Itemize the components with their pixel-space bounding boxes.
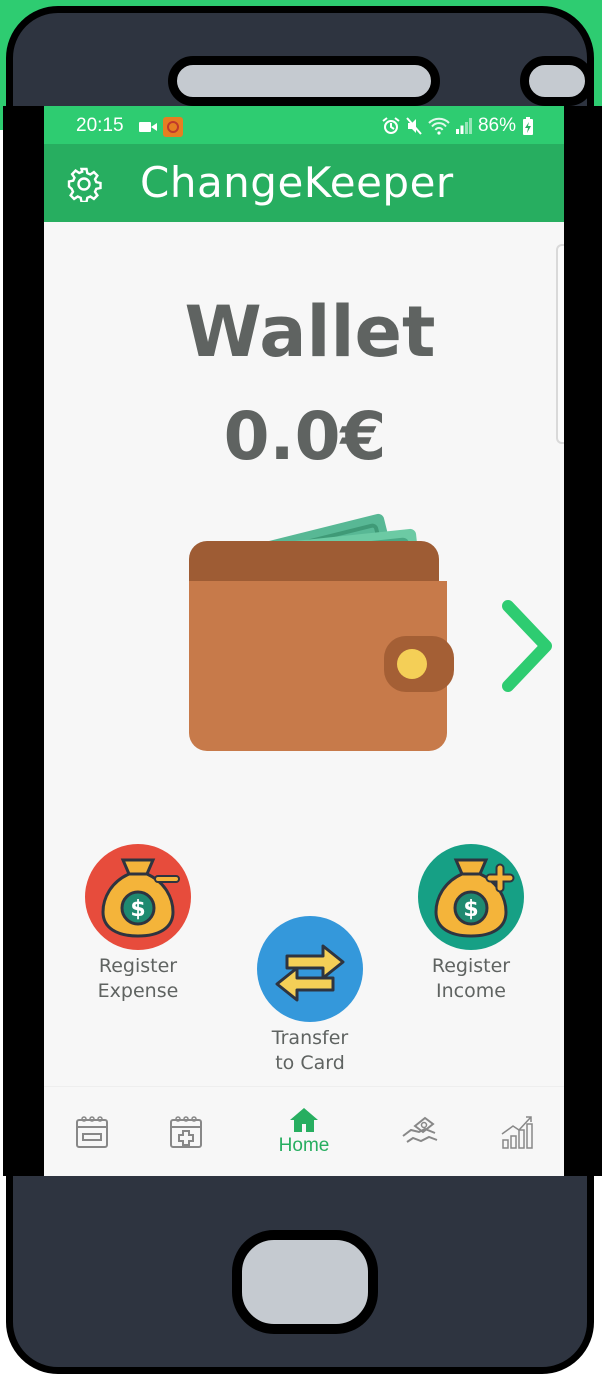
transfer-label-line2: to Card: [275, 1052, 345, 1074]
nav-item-statistics[interactable]: [497, 1087, 537, 1176]
nav-home-label: Home: [278, 1135, 330, 1156]
chart-growth-icon: [501, 1116, 533, 1149]
chevron-right-icon[interactable]: [496, 598, 556, 694]
money-bag-minus-icon: $: [101, 858, 180, 938]
calendar-minus-icon: [76, 1116, 108, 1148]
nav-item-incomes[interactable]: [166, 1087, 206, 1176]
app-bar: ChangeKeeper: [44, 144, 564, 222]
transfer-label-line1: Transfer: [271, 1027, 349, 1049]
expense-label-line2: Expense: [97, 980, 179, 1002]
video-icon: [139, 122, 157, 132]
expense-circle: $: [85, 844, 191, 950]
status-right-icons: 86%: [382, 115, 534, 137]
transfer-to-card-button[interactable]: Transfer to Card: [239, 916, 381, 1076]
phone-camera: [520, 56, 594, 106]
transfer-circle: [257, 916, 363, 1022]
register-income-button[interactable]: $ Register Income: [409, 844, 533, 1004]
alarm-icon: [382, 117, 400, 134]
register-expense-button[interactable]: $ Register Expense: [79, 844, 197, 1004]
app-title: ChangeKeeper: [140, 158, 454, 207]
wifi-icon: [428, 117, 450, 135]
wallet-title: Wallet: [184, 291, 436, 373]
status-left-icons: [139, 117, 183, 137]
expense-label-line1: Register: [98, 955, 178, 977]
calendar-plus-icon: [170, 1116, 202, 1148]
battery-percent: 86%: [477, 115, 516, 136]
status-bar: 20:15 86%: [44, 106, 564, 144]
bottom-navigation: Home: [44, 1086, 564, 1176]
nav-item-loans[interactable]: [400, 1087, 440, 1176]
nav-item-home[interactable]: Home: [268, 1087, 340, 1176]
income-label-line1: Register: [431, 955, 511, 977]
status-time: 20:15: [76, 115, 124, 136]
app-notification-icon: [163, 117, 183, 137]
phone-speaker: [168, 56, 440, 106]
mute-icon: [406, 117, 422, 135]
income-circle: $: [418, 844, 524, 950]
screen-bezel-right: [564, 106, 602, 1176]
wallet-balance: 0.0€: [223, 398, 387, 475]
svg-text:$: $: [130, 897, 145, 922]
transfer-arrows-icon: [275, 944, 345, 1002]
gear-icon[interactable]: [66, 166, 102, 202]
money-bag-plus-icon: $: [434, 858, 515, 938]
screen-bezel-left: [3, 106, 44, 1176]
phone-home-button[interactable]: [232, 1230, 378, 1334]
income-label-line2: Income: [436, 980, 506, 1002]
app-screen: 20:15 86% ChangeKeeper Wallet 0.0€ $ Reg…: [44, 106, 564, 1176]
home-icon: [290, 1108, 318, 1132]
wallet-icon[interactable]: [184, 506, 464, 756]
svg-text:$: $: [463, 897, 478, 922]
battery-charging-icon: [523, 117, 533, 135]
signal-icon: [455, 118, 472, 134]
nav-item-expenses[interactable]: [72, 1087, 112, 1176]
handshake-money-icon: [402, 1116, 438, 1143]
